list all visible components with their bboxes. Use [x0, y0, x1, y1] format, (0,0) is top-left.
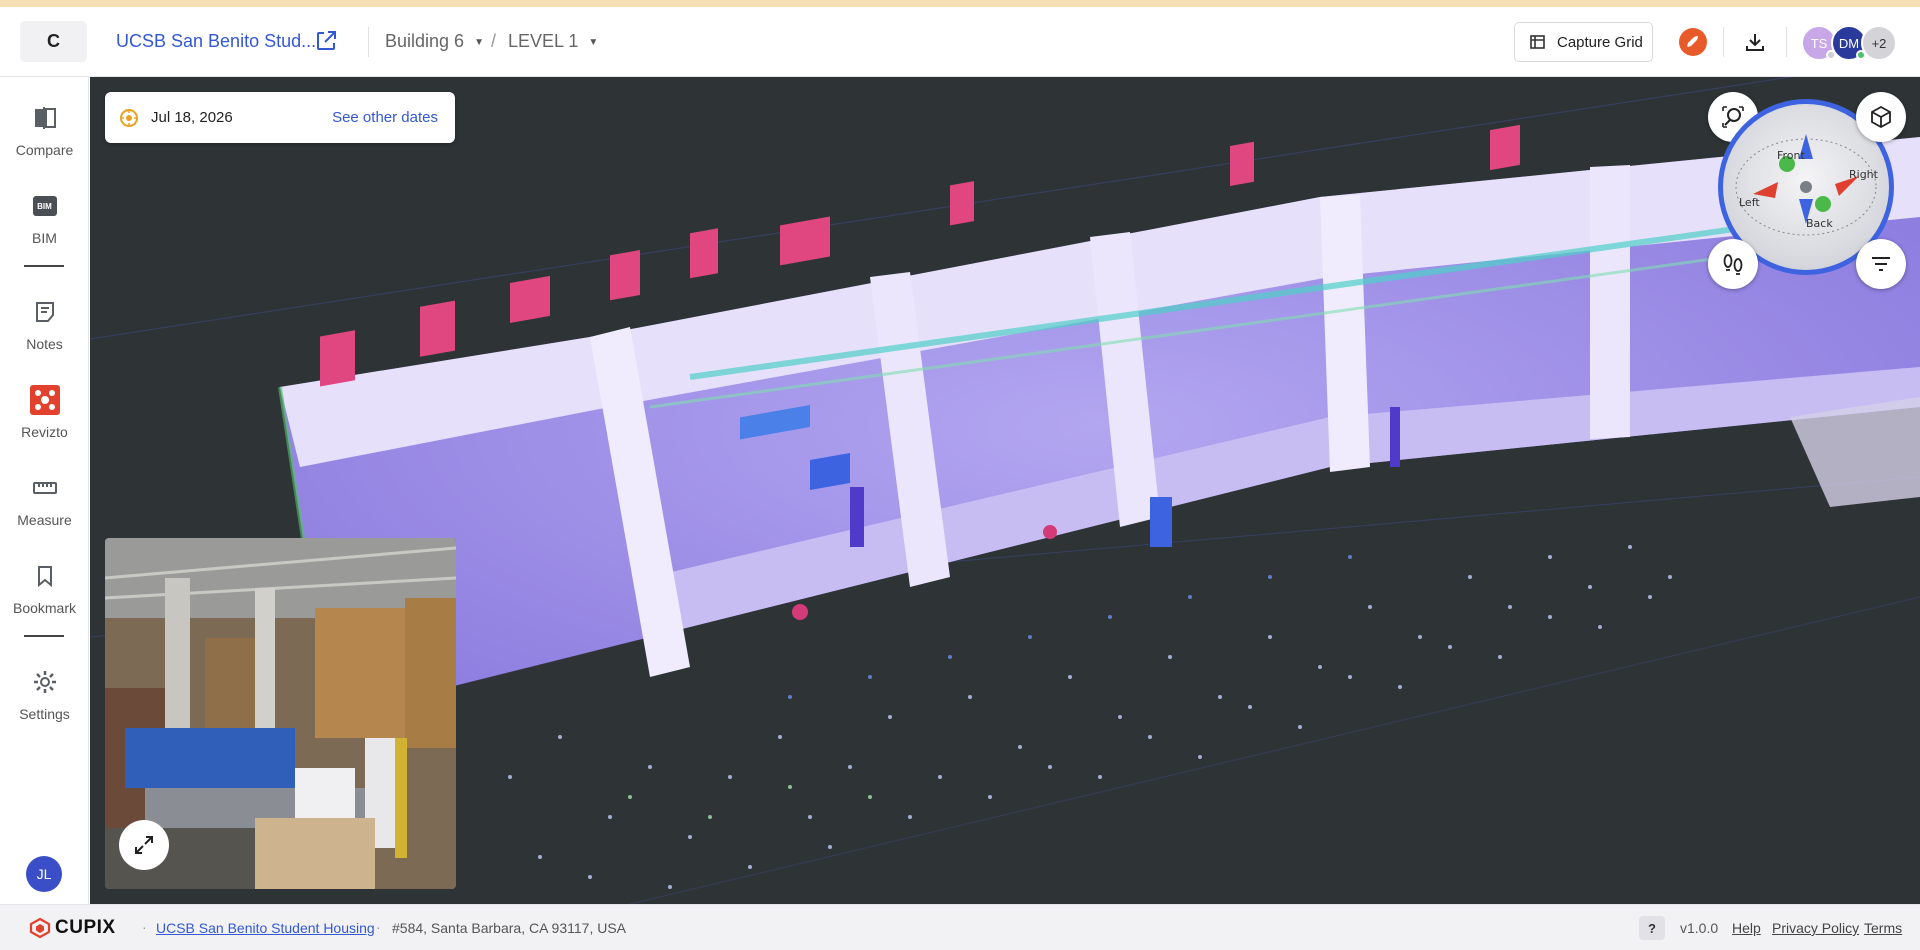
- more-avatars-badge[interactable]: +2: [1861, 25, 1897, 61]
- sidebar-item-revizto[interactable]: Revizto: [0, 379, 89, 459]
- download-icon[interactable]: [1740, 27, 1770, 57]
- user-avatar[interactable]: JL: [26, 856, 62, 892]
- sidebar-item-compare[interactable]: Compare: [0, 97, 89, 177]
- help-link[interactable]: Help: [1732, 920, 1761, 936]
- footer-dot: ·: [142, 919, 147, 935]
- footprints-icon: [1723, 254, 1743, 275]
- avatar-initials: +2: [1871, 35, 1887, 51]
- sidebar-item-label: Measure: [17, 512, 72, 528]
- footer-bar: CUPIX · UCSB San Benito Student Housing …: [0, 904, 1920, 950]
- building-model: [278, 110, 1920, 718]
- capture-date: Jul 18, 2026: [151, 109, 233, 126]
- compass-front-label: Front: [1777, 149, 1805, 162]
- sidebar-divider: [24, 635, 64, 637]
- project-name-link[interactable]: UCSB San Benito Stud...: [116, 31, 316, 52]
- bim-icon: BIM: [30, 191, 60, 221]
- breadcrumb-separator: /: [491, 31, 497, 51]
- top-accent-strip: [0, 0, 1920, 7]
- expand-icon: [135, 836, 153, 854]
- compass-back-label: Back: [1806, 217, 1833, 230]
- sun-icon: [119, 108, 139, 128]
- compass-right-label: Right: [1849, 168, 1878, 181]
- avatar-initials: TS: [1810, 35, 1828, 51]
- capture-grid-label: Capture Grid: [1557, 33, 1643, 51]
- level-selector[interactable]: LEVEL 1 ▼: [508, 31, 598, 52]
- sidebar-item-label: Notes: [26, 336, 63, 352]
- capture-grid-icon: [1530, 35, 1545, 49]
- building-selector[interactable]: Building 6 ▼: [385, 31, 484, 52]
- chevron-down-icon: ▼: [474, 37, 484, 48]
- brand-name: CUPIX: [55, 917, 116, 938]
- filter-button[interactable]: [1856, 239, 1906, 289]
- filter-icon: [1872, 257, 1890, 271]
- chevron-down-icon: ▼: [588, 37, 599, 48]
- top-header: C UCSB San Benito Stud... Building 6 ▼ / …: [0, 7, 1920, 77]
- compass-left-label: Left: [1739, 196, 1760, 209]
- rocket-icon[interactable]: [1679, 28, 1707, 56]
- cube-icon: [1871, 105, 1891, 129]
- walk-mode-button[interactable]: [1708, 239, 1758, 289]
- footer-address: #584, Santa Barbara, CA 93117, USA: [392, 920, 627, 936]
- sidebar-item-label: Compare: [15, 142, 74, 158]
- app-version: v1.0.0: [1680, 920, 1719, 936]
- compare-icon: [30, 103, 60, 133]
- external-link-icon[interactable]: [314, 29, 338, 53]
- app-logo-button[interactable]: C: [20, 21, 87, 62]
- building-label: Building 6: [385, 31, 465, 51]
- 3d-view-button[interactable]: [1856, 92, 1906, 142]
- terms-link[interactable]: Terms: [1864, 920, 1902, 936]
- help-badge[interactable]: ?: [1639, 916, 1665, 940]
- sidebar-item-label: Bookmark: [12, 600, 77, 616]
- sidebar-item-measure[interactable]: Measure: [0, 467, 89, 547]
- sidebar-item-bookmark[interactable]: Bookmark: [0, 555, 89, 635]
- left-sidebar: Compare BIM BIM Notes Revizto Measure Bo…: [0, 77, 89, 904]
- sidebar-item-bim[interactable]: BIM BIM: [0, 185, 89, 265]
- bookmark-icon: [30, 561, 60, 591]
- cupix-logo: CUPIX: [29, 917, 116, 939]
- avatar-initials: DM: [1838, 35, 1860, 51]
- footer-dot: ·: [376, 919, 381, 935]
- sidebar-item-notes[interactable]: Notes: [0, 291, 89, 371]
- bim-badge: BIM: [32, 196, 57, 216]
- revizto-icon: [29, 385, 60, 415]
- header-divider: [368, 27, 369, 57]
- capture-date-card: Jul 18, 2026 See other dates: [105, 92, 455, 143]
- level-label: LEVEL 1: [508, 31, 579, 51]
- 3d-point-cloud-viewer[interactable]: Jul 18, 2026 See other dates Front Back …: [90, 77, 1920, 904]
- expand-panorama-button[interactable]: [119, 820, 169, 870]
- see-other-dates-link[interactable]: See other dates: [332, 109, 438, 126]
- panorama-thumbnail[interactable]: [105, 538, 456, 889]
- capture-grid-button[interactable]: Capture Grid: [1514, 22, 1653, 62]
- sidebar-divider: [24, 265, 64, 267]
- gear-icon: [30, 667, 60, 697]
- sidebar-item-label: Settings: [19, 706, 70, 722]
- sidebar-item-label: BIM: [32, 230, 57, 246]
- header-divider: [1786, 27, 1787, 57]
- notes-icon: [30, 297, 60, 327]
- footer-project-link[interactable]: UCSB San Benito Student Housing: [156, 920, 375, 936]
- sidebar-item-label: Revizto: [21, 424, 68, 440]
- header-divider: [1723, 27, 1724, 57]
- ruler-icon: [30, 473, 60, 503]
- cupix-logo-icon: [29, 917, 51, 939]
- privacy-policy-link[interactable]: Privacy Policy: [1772, 920, 1859, 936]
- sidebar-item-settings[interactable]: Settings: [0, 661, 89, 741]
